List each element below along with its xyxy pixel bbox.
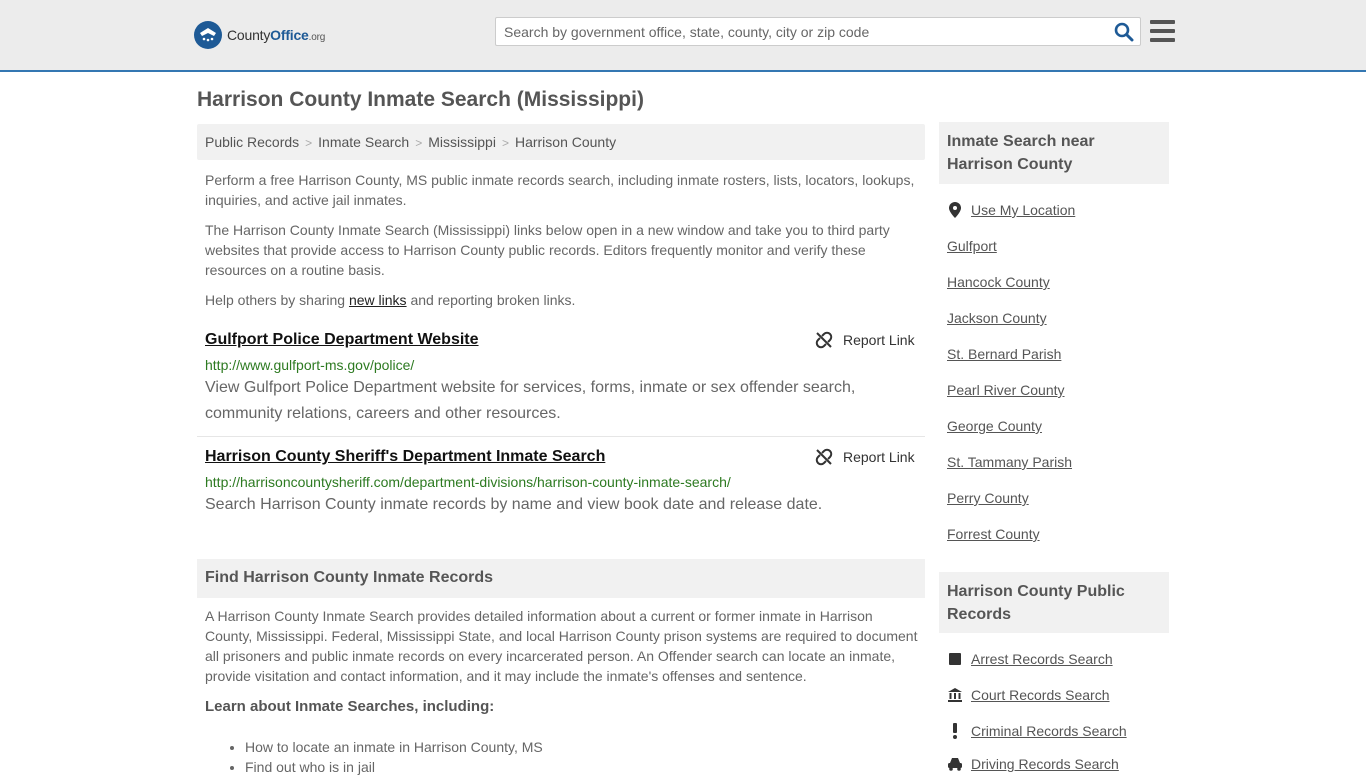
learn-heading: Learn about Inmate Searches, including: [205, 698, 495, 715]
breadcrumb-separator-icon: > [415, 136, 423, 150]
search-icon[interactable] [1114, 22, 1134, 42]
find-records-paragraph: A Harrison County Inmate Search provides… [205, 608, 918, 684]
nearby-link[interactable]: Pearl River County [947, 382, 1065, 398]
share-paragraph: Help others by sharing new links and rep… [205, 292, 576, 308]
hamburger-menu-icon[interactable] [1150, 20, 1175, 42]
result-description: Search Harrison County inmate records by… [205, 496, 823, 513]
map-pin-icon [947, 202, 963, 218]
intro-paragraph: Perform a free Harrison County, MS publi… [205, 172, 915, 208]
square-icon [947, 651, 963, 667]
court-records-link[interactable]: Court Records Search [947, 687, 1110, 703]
learn-list: How to locate an inmate in Harrison Coun… [245, 737, 543, 777]
top-bar: CountyOffice.org [0, 0, 1366, 72]
find-records-heading: Find Harrison County Inmate Records [197, 559, 925, 598]
breadcrumb-separator-icon: > [305, 136, 313, 150]
nearby-link[interactable]: St. Tammany Parish [947, 454, 1072, 470]
nearby-link[interactable]: Perry County [947, 490, 1029, 506]
result-url[interactable]: http://www.gulfport-ms.gov/police/ [205, 357, 414, 373]
report-link-button[interactable]: Report Link [815, 331, 915, 349]
search-box [495, 17, 1141, 46]
list-item: How to locate an inmate in Harrison Coun… [245, 737, 543, 757]
divider [197, 436, 925, 437]
new-links-link[interactable]: new links [349, 292, 407, 308]
result-title-link[interactable]: Gulfport Police Department Website [205, 331, 479, 349]
list-item: Find out who is in jail [245, 757, 543, 777]
result-title-link[interactable]: Harrison County Sheriff's Department Inm… [205, 448, 605, 466]
breadcrumb-item[interactable]: Inmate Search [318, 134, 409, 150]
broken-link-icon [815, 331, 833, 349]
site-logo[interactable]: CountyOffice.org [194, 21, 325, 49]
logo-badge-icon [194, 21, 222, 49]
result-url[interactable]: http://harrisoncountysheriff.com/departm… [205, 474, 731, 490]
criminal-records-link[interactable]: Criminal Records Search [947, 723, 1127, 739]
courthouse-icon [947, 687, 963, 703]
arrest-records-link[interactable]: Arrest Records Search [947, 651, 1113, 667]
driving-records-link[interactable]: Driving Records Search [947, 756, 1119, 772]
nearby-link[interactable]: Jackson County [947, 310, 1047, 326]
nearby-link[interactable]: George County [947, 418, 1042, 434]
nearby-link[interactable]: Forrest County [947, 526, 1040, 542]
page-title: Harrison County Inmate Search (Mississip… [197, 88, 644, 111]
use-my-location-link[interactable]: Use My Location [947, 202, 1075, 218]
logo-text: CountyOffice.org [227, 27, 326, 43]
nearby-link[interactable]: St. Bernard Parish [947, 346, 1061, 362]
breadcrumb-separator-icon: > [501, 136, 509, 150]
exclamation-icon [947, 723, 963, 739]
nearby-heading: Inmate Search near Harrison County [939, 122, 1169, 184]
result-description: View Gulfport Police Department website … [205, 379, 856, 422]
nearby-link[interactable]: Hancock County [947, 274, 1050, 290]
breadcrumb-item[interactable]: Mississippi [428, 134, 496, 150]
nearby-link[interactable]: Gulfport [947, 238, 997, 254]
breadcrumb: Public Records > Inmate Search > Mississippi… [197, 124, 925, 160]
broken-link-icon [815, 448, 833, 466]
breadcrumb-item[interactable]: Public Records [205, 134, 299, 150]
report-link-button[interactable]: Report Link [815, 448, 915, 466]
breadcrumb-item-current: Harrison County [514, 134, 617, 150]
public-records-heading: Harrison County Public Records [939, 572, 1169, 633]
search-input[interactable] [504, 23, 1104, 41]
disclaimer-paragraph: The Harrison County Inmate Search (Missi… [205, 222, 890, 278]
car-icon [947, 756, 963, 772]
